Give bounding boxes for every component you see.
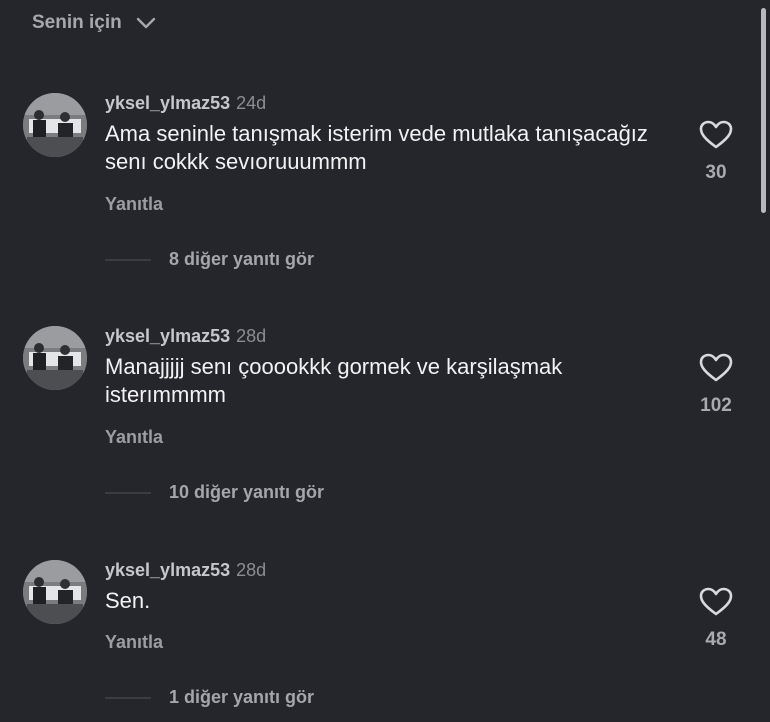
like-button[interactable]: 48 xyxy=(692,587,740,651)
comment-meta: yksel_ylmaz53 24d xyxy=(105,93,266,117)
timestamp: 28d xyxy=(236,560,267,580)
like-button[interactable]: 30 xyxy=(692,120,740,184)
reply-button[interactable]: Yanıtla xyxy=(105,632,163,653)
comment-text: Ama seninle tanışmak isterim vede mutlak… xyxy=(105,121,648,174)
chevron-down-icon xyxy=(136,17,155,29)
view-more-replies[interactable]: 1 diğer yanıtı gör xyxy=(105,687,314,708)
scrollbar[interactable] xyxy=(761,8,766,213)
view-more-replies-label: 10 diğer yanıtı gör xyxy=(169,482,325,502)
username[interactable]: yksel_ylmaz53 xyxy=(105,560,230,581)
view-more-replies[interactable]: 10 diğer yanıtı gör xyxy=(105,482,324,503)
reply-button[interactable]: Yanıtla xyxy=(105,194,163,215)
heart-outline-icon xyxy=(699,353,733,382)
avatar[interactable] xyxy=(23,93,87,157)
like-count: 48 xyxy=(705,629,727,650)
avatar[interactable] xyxy=(23,326,87,390)
sort-filter-dropdown[interactable]: Senin için xyxy=(32,12,156,34)
like-count: 30 xyxy=(705,162,727,183)
avatar-photo xyxy=(23,326,87,390)
divider-line xyxy=(105,491,151,494)
comment-meta: yksel_ylmaz53 28d xyxy=(105,326,266,350)
heart-outline-icon xyxy=(699,587,733,616)
sort-filter-label: Senin için xyxy=(32,12,122,33)
view-more-replies-label: 8 diğer yanıtı gör xyxy=(169,249,315,269)
avatar-photo xyxy=(23,93,87,157)
timestamp: 28d xyxy=(236,326,267,346)
comments-panel: Senin için yksel_ylmaz53 24d Ama seninle… xyxy=(0,0,770,722)
username[interactable]: yksel_ylmaz53 xyxy=(105,93,230,114)
divider-line xyxy=(105,258,151,261)
like-count: 102 xyxy=(700,395,732,416)
comment-text: Sen. xyxy=(105,588,151,613)
username[interactable]: yksel_ylmaz53 xyxy=(105,326,230,347)
comment-meta: yksel_ylmaz53 28d xyxy=(105,560,266,584)
heart-outline-icon xyxy=(699,120,733,149)
avatar-photo xyxy=(23,560,87,624)
like-button[interactable]: 102 xyxy=(692,353,740,417)
timestamp: 24d xyxy=(236,93,267,113)
view-more-replies-label: 1 diğer yanıtı gör xyxy=(169,687,315,707)
view-more-replies[interactable]: 8 diğer yanıtı gör xyxy=(105,249,314,270)
divider-line xyxy=(105,696,151,699)
reply-button[interactable]: Yanıtla xyxy=(105,427,163,448)
avatar[interactable] xyxy=(23,560,87,624)
comment-text: Manajjjjj senı çooookkk gormek ve karşil… xyxy=(105,354,563,407)
